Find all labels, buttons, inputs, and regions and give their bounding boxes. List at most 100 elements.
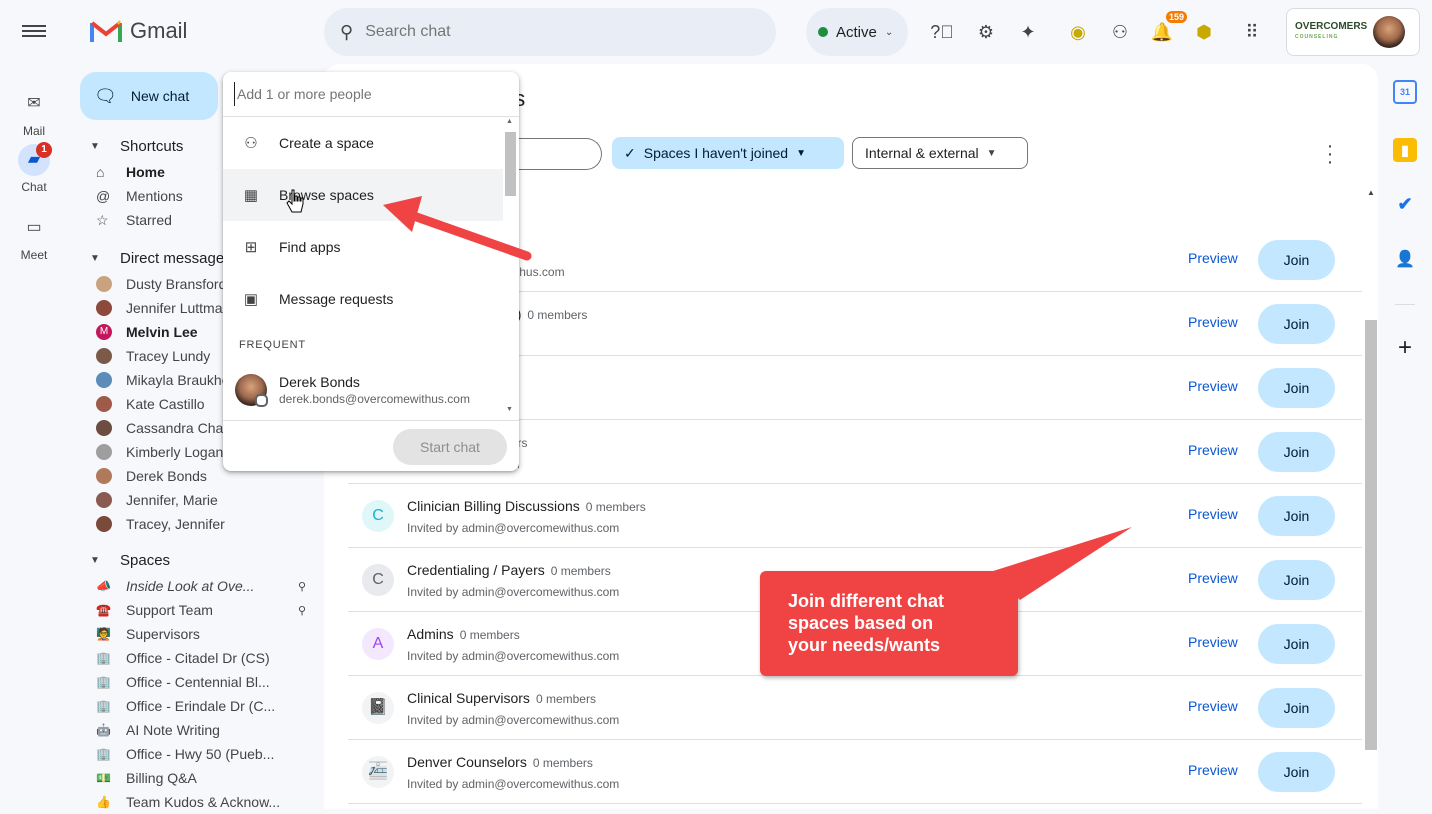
scroll-up-arrow-icon[interactable]: ▲	[1367, 188, 1375, 197]
sidebar-item-space[interactable]: 💵 Billing Q&A	[96, 766, 306, 790]
join-button[interactable]: Join	[1258, 304, 1335, 344]
space-avatar: C	[362, 500, 394, 532]
notification-badge: 159	[1166, 11, 1188, 23]
preview-button[interactable]: Preview	[1188, 506, 1238, 522]
new-chat-button[interactable]: 🗨 New chat	[80, 72, 218, 120]
extension-hexagon-icon[interactable]: ⬢	[1192, 20, 1216, 44]
calendar-icon[interactable]: 31	[1393, 80, 1417, 104]
sidebar-item-space[interactable]: 📣 Inside Look at Ove... ⚲	[96, 574, 306, 598]
person-status-icon[interactable]: ⚇	[1108, 20, 1132, 44]
sidebar-item-space[interactable]: 🏢 Office - Hwy 50 (Pueb...	[96, 742, 306, 766]
space-row[interactable]: 📓 Clinical Supervisors 0 members Invited by…	[348, 676, 1362, 740]
sidebar-item-dm[interactable]: Jennifer, Marie	[96, 488, 306, 512]
gear-icon[interactable]: ⚙	[974, 20, 998, 44]
rail-mail[interactable]: ✉ Mail	[0, 88, 68, 138]
join-button[interactable]: Join	[1258, 688, 1335, 728]
member-count: 0 members	[585, 500, 646, 514]
start-chat-button[interactable]: Start chat	[393, 429, 507, 465]
sidebar-item-space[interactable]: 🏢 Office - Citadel Dr (CS)	[96, 646, 306, 670]
tasks-icon[interactable]: ✔	[1393, 192, 1417, 216]
join-button[interactable]: Join	[1258, 496, 1335, 536]
preview-button[interactable]: Preview	[1188, 378, 1238, 394]
menu-item-browse-spaces[interactable]: ▦ Browse spaces	[223, 169, 503, 221]
member-count: 0 members	[550, 564, 611, 578]
space-row[interactable]: C Clinician Billing Discussions 0 members I…	[348, 484, 1362, 548]
dm-header[interactable]: ▼ Direct messages	[90, 250, 232, 267]
joined-filter-chip[interactable]: ✓ Spaces I haven't joined ▼	[612, 137, 844, 169]
frequent-contact[interactable]: Derek Bonds derek.bonds@overcomewithus.c…	[235, 374, 470, 407]
keep-icon[interactable]: ▮	[1393, 138, 1417, 162]
status-selector[interactable]: Active ⌄	[806, 8, 908, 56]
sidebar-item-space[interactable]: 🏢 Office - Centennial Bl...	[96, 670, 306, 694]
sidebar-item-space[interactable]: ☎️ Support Team ⚲	[96, 598, 306, 622]
preview-button[interactable]: Preview	[1188, 634, 1238, 650]
space-avatar: A	[362, 628, 394, 660]
menu-item-create-space[interactable]: ⚇ Create a space	[223, 117, 503, 169]
avatar	[96, 300, 112, 316]
preview-button[interactable]: Preview	[1188, 314, 1238, 330]
join-button[interactable]: Join	[1258, 432, 1335, 472]
sidebar-item-label: Office - Erindale Dr (C...	[126, 698, 276, 714]
contacts-icon[interactable]: 👤	[1393, 248, 1417, 272]
search-input[interactable]	[365, 23, 726, 41]
pin-icon[interactable]: ⚲	[298, 604, 306, 617]
add-people-input[interactable]	[234, 82, 504, 106]
sidebar-item-space[interactable]: 🧑‍🏫 Supervisors	[96, 622, 306, 646]
preview-button[interactable]: Preview	[1188, 698, 1238, 714]
rail-meet[interactable]: ▭ Meet	[0, 212, 68, 262]
preview-button[interactable]: Preview	[1188, 250, 1238, 266]
menu-item-find-apps[interactable]: ⊞ Find apps	[223, 221, 503, 273]
popup-scrollbar[interactable]: ▲ ▼	[504, 118, 518, 418]
help-icon[interactable]: ?⃝	[930, 20, 954, 44]
join-button[interactable]: Join	[1258, 624, 1335, 664]
space-row[interactable]: 🚈 Denver Counselors 0 members Invited by ad…	[348, 740, 1362, 804]
sidebar-item-space[interactable]: 🏢 Office - Erindale Dr (C...	[96, 694, 306, 718]
join-button[interactable]: Join	[1258, 560, 1335, 600]
new-chat-popup: ⚇ Create a space ▦ Browse spaces ⊞ Find …	[223, 72, 519, 471]
scroll-down-arrow-icon[interactable]: ▼	[506, 406, 513, 413]
more-options-icon[interactable]: · · ·	[1322, 136, 1338, 172]
apps-grid-icon[interactable]: ⠿	[1240, 20, 1264, 44]
join-button[interactable]: Join	[1258, 368, 1335, 408]
sidebar-item-label: Mikayla Braukhoff	[126, 372, 238, 388]
contact-name: Derek Bonds	[279, 374, 360, 390]
avatar	[96, 420, 112, 436]
sidebar-item-label: Tracey Lundy	[126, 348, 211, 364]
browse-icon: ▦	[243, 187, 259, 204]
space-name: Credentialing / Payers 0 members	[407, 562, 611, 578]
scrollbar-thumb[interactable]	[1365, 320, 1377, 750]
sidebar-item-space[interactable]: 👍 Team Kudos & Acknow...	[96, 790, 306, 814]
avatar	[96, 348, 112, 364]
scroll-up-arrow-icon[interactable]: ▲	[506, 118, 513, 125]
main-menu-icon[interactable]	[22, 22, 46, 42]
rail-chat[interactable]: ▰ Chat	[0, 144, 68, 194]
spaces-header[interactable]: ▼ Spaces	[90, 552, 170, 569]
member-count: 0 members	[535, 692, 596, 706]
join-button[interactable]: Join	[1258, 752, 1335, 792]
preview-button[interactable]: Preview	[1188, 570, 1238, 586]
sidebar-item-label: Billing Q&A	[126, 770, 197, 786]
avatar	[96, 516, 112, 532]
gemini-sparkle-icon[interactable]: ✦	[1016, 20, 1040, 44]
pin-icon[interactable]: ⚲	[298, 580, 306, 593]
bell-icon[interactable]: 🔔	[1150, 20, 1174, 44]
compass-icon[interactable]: ◉	[1066, 20, 1090, 44]
shortcuts-header[interactable]: ▼ Shortcuts	[90, 138, 183, 155]
scope-filter-chip[interactable]: Internal & external ▼	[852, 137, 1028, 169]
menu-item-message-requests[interactable]: ▣ Message requests	[223, 273, 503, 325]
sidebar-item-dm[interactable]: Tracey, Jennifer	[96, 512, 306, 536]
account-switcher[interactable]: OVERCOMERS COUNSELING	[1286, 8, 1420, 56]
preview-button[interactable]: Preview	[1188, 442, 1238, 458]
search-bar[interactable]: ⚲	[324, 8, 776, 56]
preview-button[interactable]: Preview	[1188, 762, 1238, 778]
space-emoji-icon: 🏢	[96, 675, 111, 689]
sidebar-item-space[interactable]: 🤖 AI Note Writing	[96, 718, 306, 742]
add-addon-icon[interactable]: +	[1393, 336, 1417, 360]
scrollbar-thumb[interactable]	[505, 132, 516, 196]
gmail-logo[interactable]: Gmail	[90, 18, 187, 44]
avatar	[96, 444, 112, 460]
main-scrollbar[interactable]: ▲	[1364, 186, 1378, 809]
space-name-text: Credentialing / Payers	[407, 562, 545, 578]
space-emoji-icon: 💵	[96, 771, 111, 785]
join-button[interactable]: Join	[1258, 240, 1335, 280]
